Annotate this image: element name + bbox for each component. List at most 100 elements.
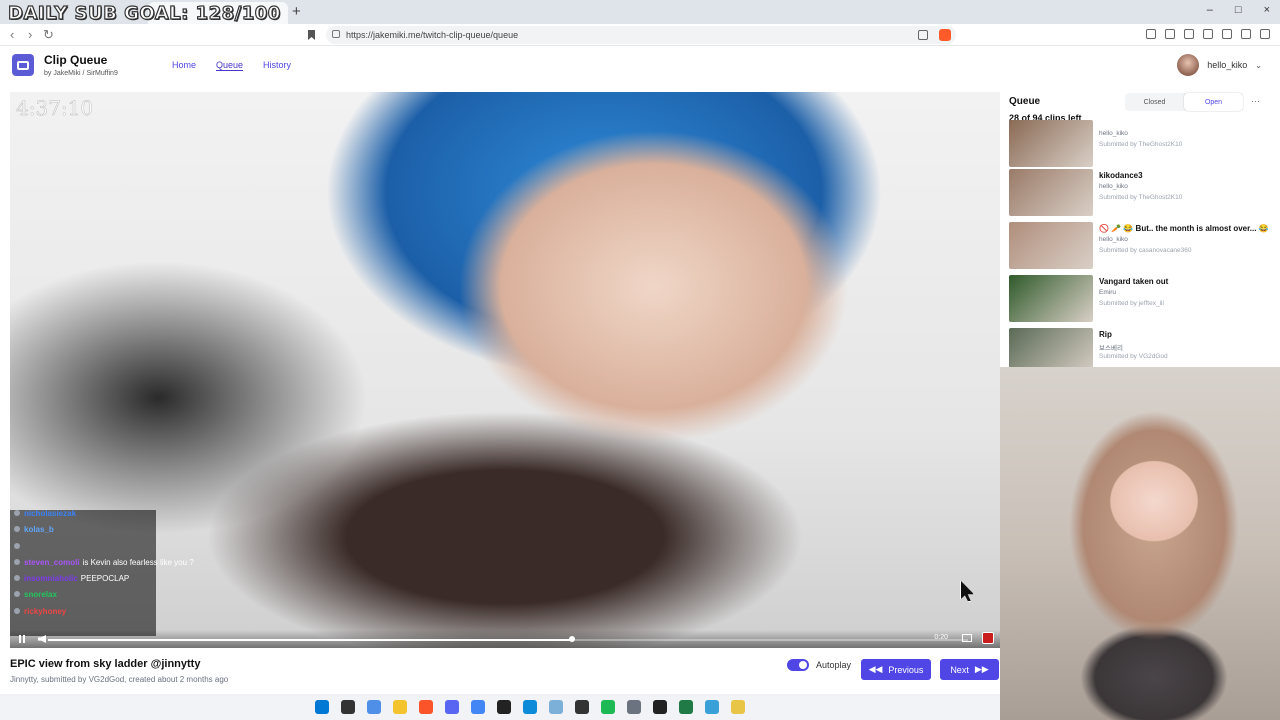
nav-home[interactable]: Home [172, 60, 196, 71]
photos-icon[interactable] [367, 700, 381, 714]
queue-closed-option[interactable]: Closed [1125, 93, 1184, 111]
windows-icon[interactable] [315, 700, 329, 714]
queue-item-title: 🚫 🥕 😂 But.. the month is almost over... … [1099, 224, 1269, 233]
nav-queue[interactable]: Queue [216, 60, 244, 71]
queue-item-channel: hello_kiko [1099, 130, 1128, 137]
autoplay-toggle[interactable] [787, 659, 809, 671]
spotify-icon[interactable] [601, 700, 615, 714]
time-label: 0:20 [934, 634, 948, 641]
chat-badge-icon [14, 510, 20, 516]
share-icon[interactable] [918, 30, 928, 40]
clip-thumbnail[interactable] [1009, 120, 1093, 167]
discord-icon[interactable] [445, 700, 459, 714]
notes-icon[interactable] [705, 700, 719, 714]
queue-item-channel: 보스베리 [1099, 345, 1123, 352]
author-link[interactable]: SirMuffin9 [86, 70, 117, 77]
queue-item[interactable]: hello_kiko Submitted by TheGhost2K10 [1009, 120, 1277, 167]
close-window-button[interactable]: × [1264, 4, 1270, 16]
next-label: Next [950, 664, 969, 675]
clip-thumbnail[interactable] [1009, 169, 1093, 216]
nav-history[interactable]: History [263, 60, 291, 71]
author-link[interactable]: JakeMiki [53, 70, 80, 77]
tool-icon[interactable] [731, 700, 745, 714]
queue-item[interactable]: Vangard taken out Emiru Submitted by jefft… [1009, 273, 1277, 326]
wallet-icon[interactable] [1241, 29, 1251, 39]
stream-timer-overlay: 4:37:10 [16, 96, 94, 121]
settings-icon[interactable] [627, 700, 641, 714]
menu-icon[interactable] [1260, 29, 1270, 39]
clip-channel[interactable]: Jinnytty [10, 675, 37, 684]
chat-username: snorelax [24, 590, 57, 600]
brave-shields-icon[interactable] [939, 29, 951, 41]
chat-overlay: nicholasiezak kolas_b steven_comoli is Kevi… [14, 506, 194, 620]
main-nav: Home Queue History [172, 60, 291, 71]
folder-icon[interactable] [393, 700, 407, 714]
pip-button[interactable] [962, 634, 972, 642]
explorer-icon[interactable] [341, 700, 355, 714]
fast-forward-icon: ▶▶ [974, 664, 989, 674]
progress-handle[interactable] [569, 636, 576, 642]
extension-icon[interactable] [1146, 29, 1156, 39]
obs-icon[interactable] [497, 700, 511, 714]
volume-icon[interactable] [38, 635, 46, 643]
autoplay-control: Autoplay [787, 659, 851, 671]
previous-button[interactable]: ◀◀ Previous [861, 659, 931, 680]
queue-item-title: kikodance3 [1099, 171, 1143, 180]
queue-item[interactable]: kikodance3 hello_kiko Submitted by TheGhos… [1009, 167, 1277, 220]
user-menu[interactable]: hello_kiko ⌄ [1177, 54, 1262, 76]
queue-open-option[interactable]: Open [1184, 93, 1243, 111]
chat-text: PEEPOCLAP [80, 574, 130, 584]
chrome-icon[interactable] [471, 700, 485, 714]
chat-username: rickyhoney [24, 606, 67, 616]
queue-title: Queue [1009, 96, 1041, 107]
clip-thumbnail[interactable] [1009, 275, 1093, 322]
queue-item[interactable]: Rip 보스베리 Submitted by VG2dGod [1009, 326, 1277, 367]
git-icon[interactable] [549, 700, 563, 714]
chat-username: kolas_b [24, 525, 54, 535]
queue-item-submitter: Submitted by VG2dGod [1099, 353, 1168, 360]
queue-item[interactable]: 🚫 🥕 😂 But.. the month is almost over... … [1009, 220, 1277, 273]
url-field[interactable]: https://jakemiki.me/twitch-clip-queue/qu… [326, 26, 956, 44]
app-icon[interactable] [653, 700, 667, 714]
queue-menu-icon[interactable]: ⋯ [1251, 96, 1260, 107]
queue-state-toggle: Closed Open [1125, 93, 1243, 111]
chat-message [14, 539, 156, 555]
clip-thumbnail[interactable] [1009, 222, 1093, 269]
fullscreen-button[interactable] [982, 632, 994, 644]
next-button[interactable]: Next ▶▶ [940, 659, 999, 680]
queue-item-submitter: Submitted by casanovacane360 [1099, 247, 1192, 254]
excel-icon[interactable] [679, 700, 693, 714]
minimize-button[interactable]: – [1207, 4, 1213, 16]
chat-message: rickyhoney [14, 604, 156, 620]
app-title: Clip Queue [44, 53, 108, 67]
queue-item-submitter: Submitted by jefftex_ill [1099, 300, 1164, 307]
sub-goal-overlay: DAILY SUB GOAL: 128/100 [7, 2, 281, 24]
site-info-icon[interactable] [332, 30, 340, 38]
progress-bar[interactable] [48, 636, 968, 642]
address-bar: ‹ › ↻ https://jakemiki.me/twitch-clip-qu… [0, 24, 1280, 46]
back-button[interactable]: ‹ [10, 27, 14, 42]
brave-icon[interactable] [419, 700, 433, 714]
bookmark-icon[interactable] [308, 30, 315, 40]
rewind-icon: ◀◀ [868, 664, 883, 674]
forward-button[interactable]: › [28, 27, 32, 42]
pause-button[interactable] [19, 635, 25, 643]
chat-message: steven_comoli is Kevin also fearless like… [14, 555, 194, 571]
chevron-down-icon: ⌄ [1255, 60, 1262, 70]
user-name: hello_kiko [1207, 60, 1248, 70]
reload-button[interactable]: ↻ [43, 27, 54, 43]
sidebar-icon[interactable] [1222, 29, 1232, 39]
chat-message: nicholasiezak [14, 506, 156, 522]
music-icon[interactable] [1203, 29, 1213, 39]
webcam-overlay [1000, 367, 1280, 720]
maximize-button[interactable]: □ [1235, 4, 1242, 16]
new-tab-button[interactable]: + [292, 3, 301, 20]
clip-thumbnail[interactable] [1009, 328, 1093, 367]
extension-icon[interactable] [1165, 29, 1175, 39]
terminal-icon[interactable] [575, 700, 589, 714]
edge-icon[interactable] [523, 700, 537, 714]
extension-icon[interactable] [1184, 29, 1194, 39]
queue-item-submitter: Submitted by TheGhost2K10 [1099, 141, 1183, 148]
player-controls: 0:20 [10, 630, 1000, 648]
chat-badge-icon [14, 591, 20, 598]
